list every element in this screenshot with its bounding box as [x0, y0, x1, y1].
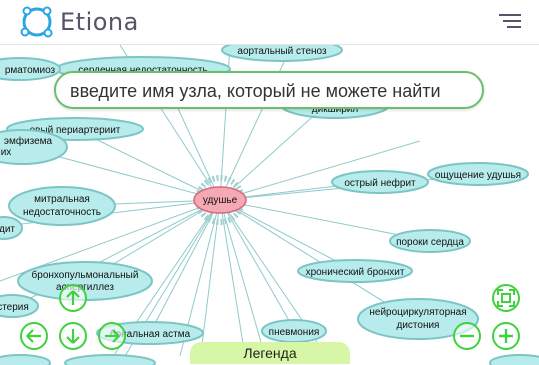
- graph-node-aortic-stenosis[interactable]: аортальный стеноз: [221, 45, 343, 62]
- graph-node-label: их: [1, 147, 12, 158]
- arrow-right-icon[interactable]: [98, 322, 126, 350]
- arrow-left-icon[interactable]: [20, 322, 48, 350]
- arrow-down-icon[interactable]: [59, 322, 87, 350]
- graph-node-label: дит: [0, 224, 15, 235]
- center-node-suffocation[interactable]: удушье: [193, 175, 247, 225]
- graph-node-label: пороки сердца: [396, 237, 464, 248]
- graph-node-label: рматомиоз: [5, 65, 56, 76]
- top-bar: Etiona: [0, 0, 539, 44]
- graph-node-label: стерия: [0, 302, 29, 313]
- graph-node-partial-left[interactable]: дит: [0, 216, 23, 240]
- graph-node-hysteria[interactable]: стерия: [0, 294, 39, 318]
- graph-node-label: недостаточность: [23, 207, 101, 218]
- plus-icon[interactable]: [492, 322, 520, 350]
- graph-node-label: ощущение удушья: [435, 170, 521, 181]
- graph-node-label: нейроциркуляторная: [369, 307, 466, 318]
- graph-node-acute-nephritis[interactable]: острый нефрит: [331, 170, 429, 194]
- graph-node-label: эмфизема: [4, 135, 53, 147]
- etiona-logo[interactable]: [17, 2, 57, 42]
- node-search: [54, 71, 484, 109]
- minus-icon[interactable]: [453, 322, 481, 350]
- graph-node-label: острый нефрит: [344, 177, 416, 189]
- graph-node-suffocation-feeling[interactable]: ощущение удушья: [427, 162, 529, 186]
- graph-node-label: дистония: [397, 320, 440, 331]
- graph-node-mitral-insufficiency[interactable]: митральная недостаточность: [8, 186, 116, 226]
- brand-name: Etiona: [60, 8, 139, 36]
- fit-screen-icon[interactable]: [492, 284, 520, 312]
- arrow-up-icon[interactable]: [59, 284, 87, 312]
- graph-node-pneumonia[interactable]: пневмония: [261, 319, 327, 343]
- graph-node-chronic-bronchitis[interactable]: хронический бронхит: [297, 259, 413, 283]
- graph-node-label: митральная: [34, 194, 90, 205]
- center-node-label: удушье: [203, 195, 238, 206]
- graph-node-dermatomyositis[interactable]: рматомиоз: [0, 57, 61, 81]
- search-input[interactable]: [68, 73, 482, 109]
- legend-button[interactable]: Легенда: [190, 342, 350, 364]
- graph-node-label: пневмония: [269, 327, 320, 338]
- graph-node-label: бронхопульмональный: [32, 269, 139, 281]
- hamburger-icon[interactable]: [499, 12, 521, 30]
- graph-node-heart-defects[interactable]: пороки сердца: [389, 229, 471, 253]
- graph-node-label: аортальный стеноз: [237, 46, 327, 57]
- graph-node-label: хронический бронхит: [306, 266, 405, 278]
